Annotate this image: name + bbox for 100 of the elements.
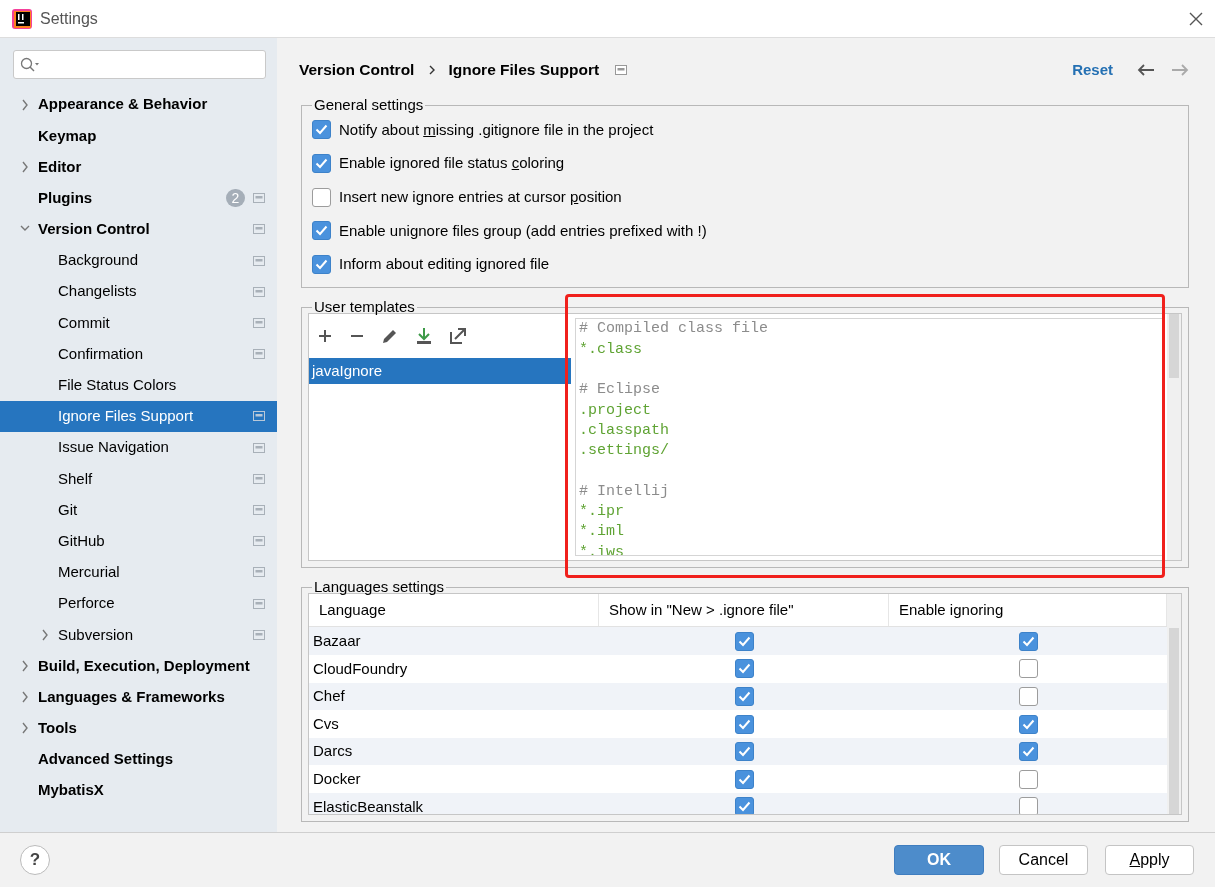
tree-item-label: Ignore Files Support	[58, 406, 195, 427]
search-icon	[20, 56, 40, 73]
tree-item[interactable]: Confirmation	[0, 338, 277, 370]
tree-item-label: Appearance & Behavior	[38, 94, 209, 115]
checkbox[interactable]	[1018, 742, 1038, 762]
export-icon[interactable]	[449, 327, 467, 346]
reset-link[interactable]: Reset	[1072, 58, 1113, 82]
checkbox[interactable]	[734, 631, 754, 651]
breadcrumb-item: Ignore Files Support	[448, 60, 600, 81]
checkbox[interactable]	[1018, 686, 1038, 706]
checkbox[interactable]	[734, 769, 754, 789]
tree-item[interactable]: Background	[0, 244, 277, 277]
tree-item[interactable]: GitHub	[0, 525, 277, 557]
checkbox[interactable]	[734, 659, 754, 679]
tree-item[interactable]: Subversion	[0, 619, 277, 651]
tree-item[interactable]: MybatisX	[0, 775, 277, 807]
dialog-button[interactable]: Cancel	[999, 845, 1088, 875]
pencil-icon[interactable]	[381, 327, 399, 346]
count-badge: 2	[226, 189, 245, 208]
code-comment: # Intellij	[579, 482, 669, 500]
tree-item-label: Mercurial	[58, 562, 121, 583]
tree-item-label: MybatisX	[38, 780, 105, 801]
breadcrumb-item[interactable]: Version Control	[299, 58, 415, 82]
checkbox[interactable]	[734, 797, 754, 815]
tree-item[interactable]: Mercurial	[0, 556, 277, 588]
checkbox[interactable]	[734, 742, 754, 762]
code-line: *.ipr	[579, 503, 624, 521]
checkbox[interactable]	[312, 221, 331, 241]
checkbox[interactable]	[1018, 797, 1038, 815]
project-icon	[253, 473, 265, 484]
tree-item[interactable]: Ignore Files Support	[0, 400, 277, 433]
tree-item[interactable]: Editor	[0, 151, 277, 183]
window-title: Settings	[40, 8, 99, 29]
tree-item-label: File Status Colors	[58, 375, 178, 396]
column-header[interactable]: Show in "New > .ignore file"	[609, 599, 794, 622]
dialog-button[interactable]: Apply	[1105, 845, 1194, 875]
tree-item[interactable]: File Status Colors	[0, 369, 277, 401]
ok-button[interactable]: OK	[894, 845, 984, 875]
tree-item-label: Issue Navigation	[58, 437, 170, 458]
option-label: Insert new ignore entries at cursor position	[339, 186, 622, 207]
tree-item[interactable]: Plugins 2	[0, 182, 277, 214]
tree-item[interactable]: Git	[0, 494, 277, 526]
code-line: *.class	[579, 340, 642, 358]
tree-item-label: Build, Execution, Deployment	[38, 655, 251, 676]
checkbox[interactable]	[312, 255, 331, 275]
app-logo-icon	[12, 8, 32, 29]
tree-item[interactable]: Commit	[0, 307, 277, 339]
project-icon	[253, 505, 265, 516]
project-icon	[253, 629, 265, 640]
forward-arrow-icon[interactable]	[1171, 63, 1189, 77]
tree-item-label: Subversion	[58, 624, 135, 645]
code-line: *.iml	[579, 523, 624, 541]
project-icon	[253, 349, 265, 360]
search-field[interactable]	[13, 50, 266, 79]
checkbox[interactable]	[312, 120, 331, 140]
tree-item[interactable]: Version Control	[0, 213, 277, 245]
checkbox[interactable]	[734, 686, 754, 706]
option-label: Notify about missing .gitignore file in the project	[339, 119, 654, 140]
scrollbar[interactable]	[1167, 314, 1181, 561]
project-icon	[253, 536, 265, 547]
checkbox[interactable]	[312, 187, 331, 207]
checkbox[interactable]	[1018, 769, 1038, 789]
tree-item[interactable]: Build, Execution, Deployment	[0, 650, 277, 682]
checkbox[interactable]	[1018, 714, 1038, 734]
table-cell-text: Darcs	[313, 741, 353, 762]
tree-item[interactable]: Changelists	[0, 276, 277, 308]
column-header[interactable]: Enable ignoring	[899, 599, 1004, 622]
code-line: .settings/	[579, 442, 669, 460]
tree-item[interactable]: Shelf	[0, 463, 277, 495]
tree-item[interactable]: Tools	[0, 712, 277, 744]
project-icon	[615, 65, 628, 75]
table-cell-text: Bazaar	[313, 631, 361, 651]
chevron-icon	[428, 65, 437, 75]
project-icon	[253, 598, 265, 609]
back-arrow-icon[interactable]	[1137, 63, 1155, 77]
checkbox[interactable]	[734, 714, 754, 734]
tree-item[interactable]: Perforce	[0, 588, 277, 620]
code-editor[interactable]: # Compiled class file *.class # Eclipse .project .classpath .settings/ # Intellij *.ipr *.iml *.iws	[575, 318, 1165, 557]
checkbox[interactable]	[1018, 631, 1038, 651]
scrollbar[interactable]	[1167, 594, 1181, 815]
tree-item-label: Languages & Frameworks	[38, 686, 226, 707]
tree-item[interactable]: Issue Navigation	[0, 432, 277, 464]
tree-item[interactable]: Languages & Frameworks	[0, 681, 277, 713]
template-item[interactable]: javaIgnore	[309, 358, 571, 385]
code-line: .classpath	[579, 421, 669, 439]
table-cell-text: CloudFoundry	[313, 658, 408, 679]
code-comment: # Compiled class file	[579, 320, 769, 338]
checkbox[interactable]	[1018, 659, 1038, 679]
tree-item[interactable]: Keymap	[0, 120, 277, 152]
download-icon[interactable]	[415, 327, 433, 346]
tree-item-label: Confirmation	[58, 343, 145, 364]
tree-item[interactable]: Appearance & Behavior	[0, 89, 277, 121]
checkbox[interactable]	[312, 154, 331, 174]
add-icon[interactable]	[317, 328, 333, 345]
help-button[interactable]: ?	[20, 845, 50, 875]
close-icon[interactable]	[1189, 11, 1203, 26]
tree-item[interactable]: Advanced Settings	[0, 743, 277, 776]
tree-item-label: Git	[58, 499, 79, 520]
column-header[interactable]: Language	[319, 599, 386, 622]
project-icon	[253, 567, 265, 578]
